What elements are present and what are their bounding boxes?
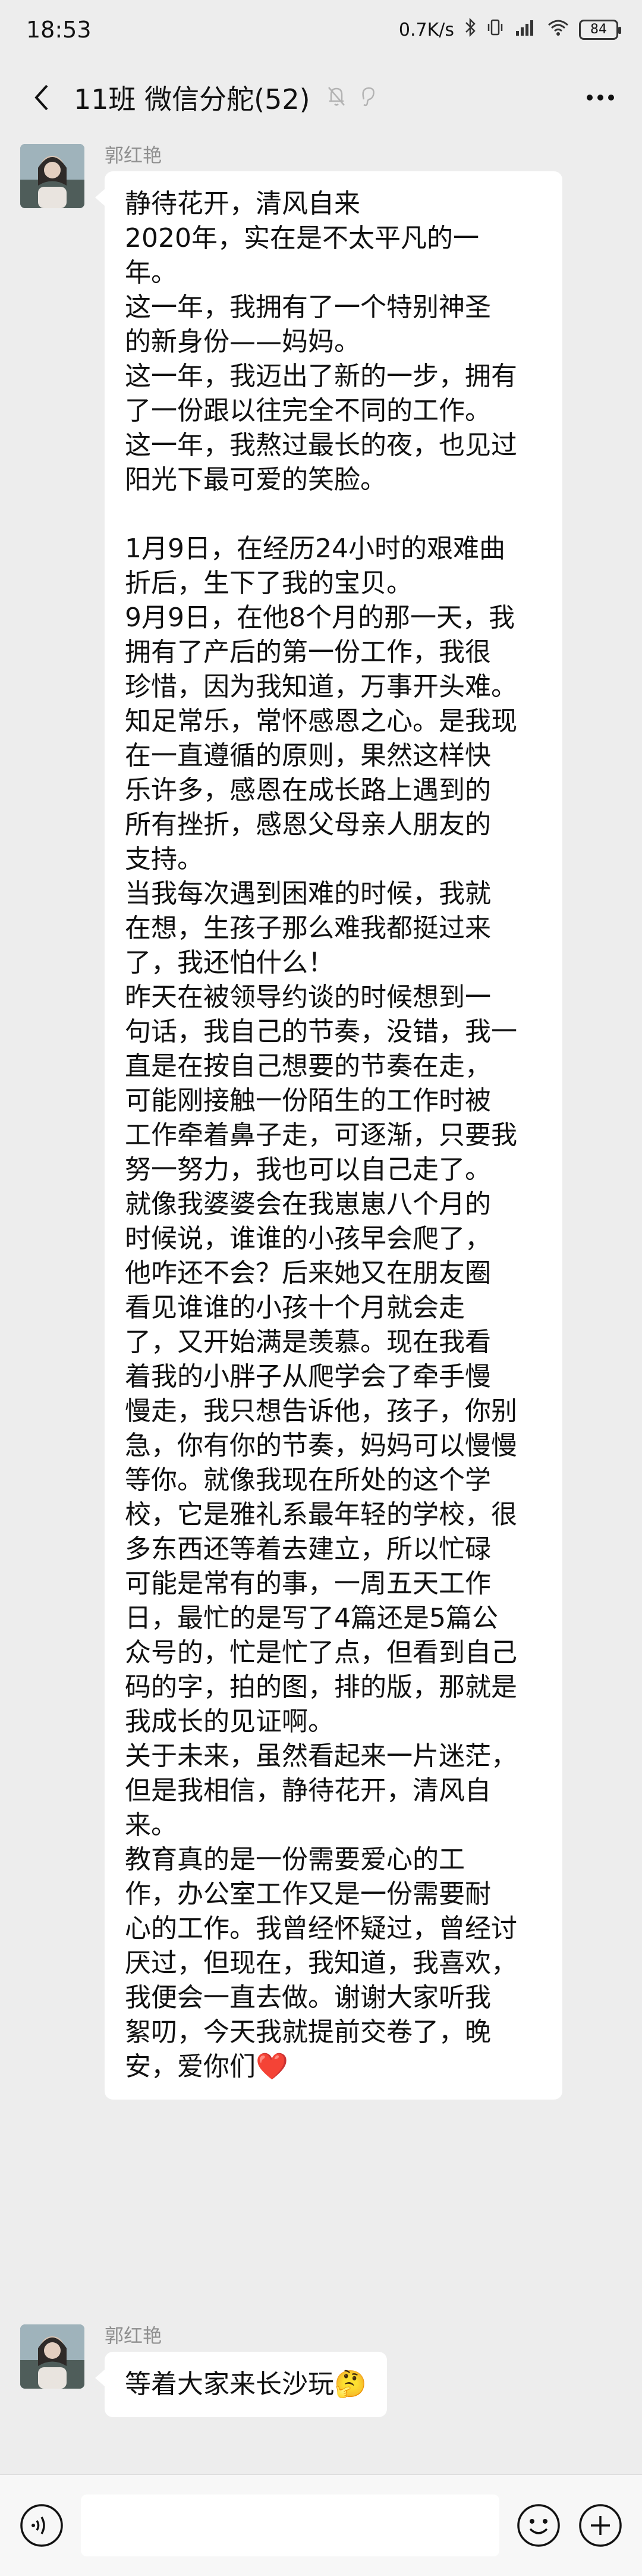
message-line: 静待花开，清风自来	[125, 189, 360, 219]
chat-title: 11班 微信分舵(52)	[74, 83, 310, 115]
status-icons: 0.7K/s 84	[398, 17, 621, 42]
message-line: 在一直遵循的原则，果然这样快	[125, 741, 491, 771]
message-line: 拥有了产后的第一份工作，我很	[125, 637, 491, 667]
message-line: 码的字，拍的图，排的版，那就是	[125, 1672, 517, 1702]
back-arrow-icon[interactable]	[24, 80, 59, 115]
bluetooth-icon	[464, 17, 477, 42]
earpiece-icon	[358, 85, 377, 110]
message-line: 支持。	[125, 844, 203, 874]
message-line: 着我的小胖子从爬学会了牵手慢	[125, 1361, 491, 1392]
message-line: 等你。就像我现在所处的这个学	[125, 1465, 491, 1495]
wifi-icon	[547, 18, 569, 41]
message-input[interactable]	[81, 2495, 499, 2556]
message-line: 昨天在被领导约谈的时候想到一	[125, 982, 491, 1012]
message-line: 心的工作。我曾经怀疑过，曾经讨	[125, 1913, 517, 1944]
voice-input-icon[interactable]	[18, 2502, 65, 2549]
message-line: 9月9日，在他8个月的那一天，我	[125, 603, 515, 633]
message-line: 我成长的见证啊。	[125, 1706, 334, 1737]
signal-icon	[514, 18, 537, 42]
message-line: 努一努力，我也可以自己走了。	[125, 1154, 491, 1185]
sender-avatar[interactable]	[20, 144, 84, 208]
input-bar	[0, 2474, 642, 2576]
message-line: 句话，我自己的节奏，没错，我一	[125, 1016, 517, 1047]
chat-header: 11班 微信分舵(52)	[0, 59, 642, 136]
message-line: 慢走，我只想告诉他，孩子，你别	[125, 1396, 517, 1426]
message-line: 看见谁谁的小孩十个月就会走	[125, 1292, 465, 1323]
message-bubble[interactable]: 等着大家来长沙玩🤔	[95, 2352, 387, 2417]
more-options-icon[interactable]	[583, 80, 618, 115]
message-bubble[interactable]: 静待花开，清风自来 2020年，实在是不太平凡的一 年。这一年，我拥有了一个特别神圣…	[95, 171, 562, 2100]
message-line: 直是在按自己想要的节奏在走，	[125, 1051, 491, 1081]
message-line: 众号的，忙是忙了点，但看到自己	[125, 1637, 517, 1668]
vibrate-icon	[486, 18, 504, 42]
sender-avatar[interactable]	[20, 2324, 84, 2389]
message-line: 珍惜，因为我知道，万事开头难。	[125, 672, 517, 702]
message-line: 了一份跟以往完全不同的工作。	[125, 396, 491, 426]
plus-icon[interactable]	[577, 2502, 624, 2549]
chat-status-icons	[326, 85, 377, 110]
message-line: 工作牵着鼻子走，可逐渐，只要我	[125, 1120, 517, 1150]
status-bar: 18:53 0.7K/s 84	[0, 0, 642, 59]
message-line: 在想，生孩子那么难我都挺过来	[125, 913, 491, 943]
message-line: 阳光下最可爱的笑脸。	[125, 465, 386, 495]
battery-icon: 84	[579, 20, 621, 40]
message-line: 了，我还怕什么！	[125, 947, 334, 978]
message-line: 年。	[125, 258, 177, 288]
message-line: 关于未来，虽然看起来一片迷茫，	[125, 1741, 517, 1771]
message-line: 折后，生下了我的宝贝。	[125, 568, 413, 598]
message-line: 这一年，我拥有了一个特别神圣	[125, 292, 491, 322]
message-line: 校，它是雅礼系最年轻的学校，很	[125, 1499, 517, 1530]
message-line: 但是我相信，静待花开，清风自	[125, 1775, 491, 1806]
message-line: 多东西还等着去建立，所以忙碌	[125, 1534, 491, 1564]
message-line: 教育真的是一份需要爱心的工	[125, 1844, 465, 1875]
message-line	[125, 497, 542, 532]
message-line: 絮叨，今天我就提前交卷了，晚	[125, 2017, 491, 2047]
mute-bell-icon	[326, 85, 347, 110]
message-line: 知足常乐，常怀感恩之心。是我现	[125, 706, 517, 736]
message-line: 这一年，我迈出了新的一步，拥有	[125, 361, 517, 391]
emoji-icon[interactable]	[515, 2502, 562, 2549]
message-line: 我便会一直去做。谢谢大家听我	[125, 1982, 491, 2013]
message-line: 他咋还不会？后来她又在朋友圈	[125, 1258, 491, 1288]
message-line: 厌过，但现在，我知道，我喜欢，	[125, 1948, 517, 1978]
message-line: 安，爱你们❤️	[125, 2051, 288, 2082]
message-line: 当我每次遇到困难的时候，我就	[125, 878, 491, 909]
message-line: 急，你有你的节奏，妈妈可以慢慢	[125, 1430, 517, 1461]
message-line: 来。	[125, 1810, 177, 1840]
sender-name: 郭红艳	[105, 2324, 162, 2347]
message-row: 郭红艳 静待花开，清风自来 2020年，实在是不太平凡的一 年。这一年，我拥有了一个…	[20, 144, 621, 2261]
message-row: 郭红艳 等着大家来长沙玩🤔	[20, 2324, 621, 2443]
message-line: 1月9日，在经历24小时的艰难曲	[125, 534, 505, 564]
message-line: 所有挫折，感恩父母亲人朋友的	[125, 809, 491, 840]
status-time: 18:53	[26, 17, 92, 43]
message-line: 就像我婆婆会在我崽崽八个月的	[125, 1189, 491, 1219]
message-line: 这一年，我熬过最长的夜，也见过	[125, 430, 517, 460]
message-line: 可能刚接触一份陌生的工作时被	[125, 1085, 491, 1116]
message-line: 日，最忙的是写了4篇还是5篇公	[125, 1603, 498, 1633]
message-line: 了，又开始满是羡慕。现在我看	[125, 1327, 491, 1357]
message-line: 时候说，谁谁的小孩早会爬了，	[125, 1223, 491, 1254]
message-line: 乐许多，感恩在成长路上遇到的	[125, 775, 491, 805]
message-line: 等着大家来长沙玩🤔	[125, 2369, 367, 2399]
net-speed: 0.7K/s	[398, 19, 454, 40]
sender-name: 郭红艳	[105, 144, 162, 167]
message-line: 作，办公室工作又是一份需要耐	[125, 1879, 491, 1909]
message-line: 的新身份——妈妈。	[125, 327, 360, 357]
message-line: 2020年，实在是不太平凡的一	[125, 223, 479, 253]
message-line: 可能是常有的事，一周五天工作	[125, 1568, 491, 1599]
